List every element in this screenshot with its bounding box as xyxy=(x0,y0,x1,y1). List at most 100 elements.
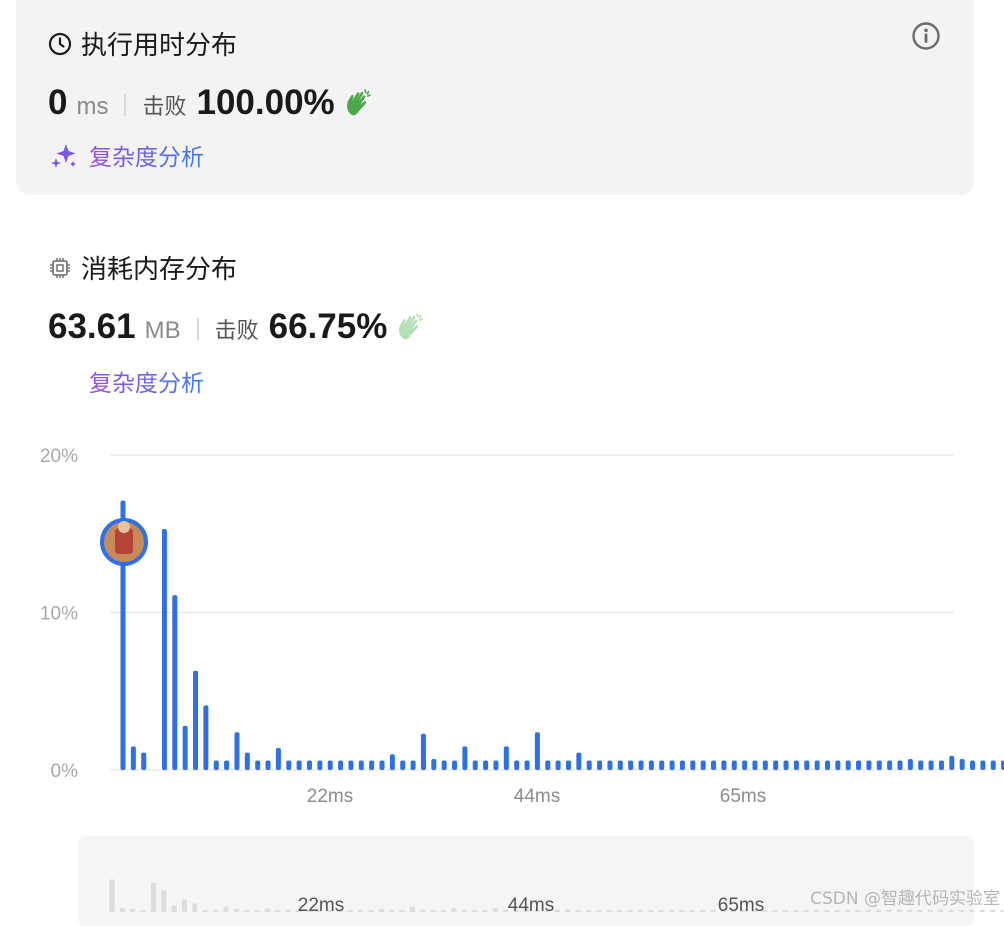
overview-bar xyxy=(586,910,591,912)
chart-bar[interactable] xyxy=(597,761,602,770)
chart-bar[interactable] xyxy=(866,761,871,770)
chart-bar[interactable] xyxy=(763,761,768,770)
overview-bar xyxy=(990,910,995,912)
chart-bar[interactable] xyxy=(452,761,457,770)
chart-bar[interactable] xyxy=(846,761,851,770)
chart-bar[interactable] xyxy=(566,761,571,770)
chart-bar[interactable] xyxy=(649,761,654,770)
chart-bar[interactable] xyxy=(804,761,809,770)
overview-bar xyxy=(938,909,943,912)
chart-bar[interactable] xyxy=(960,759,965,770)
chart-bar[interactable] xyxy=(504,746,509,770)
overview-bar xyxy=(969,910,974,912)
chart-bar[interactable] xyxy=(535,732,540,770)
overview-bar xyxy=(244,910,249,912)
chart-bar[interactable] xyxy=(380,761,385,770)
chart-bar[interactable] xyxy=(286,761,291,770)
chart-bar[interactable] xyxy=(784,761,789,770)
chart-bar[interactable] xyxy=(390,754,395,770)
chart-bar[interactable] xyxy=(794,761,799,770)
chart-bar[interactable] xyxy=(162,529,167,770)
overview-tick-label: 65ms xyxy=(718,895,764,914)
chart-bar[interactable] xyxy=(949,756,954,770)
chart-bar[interactable] xyxy=(338,761,343,770)
chart-bar[interactable] xyxy=(348,761,353,770)
chart-bar[interactable] xyxy=(317,761,322,770)
chart-bar[interactable] xyxy=(877,761,882,770)
overview-bar xyxy=(907,910,912,912)
chart-bar[interactable] xyxy=(328,761,333,770)
chart-bar[interactable] xyxy=(556,761,561,770)
chart-bar[interactable] xyxy=(980,761,985,770)
chart-bar[interactable] xyxy=(276,748,281,770)
chart-bar[interactable] xyxy=(607,761,612,770)
chart-bar[interactable] xyxy=(618,761,623,770)
chart-bar[interactable] xyxy=(887,761,892,770)
chart-bar[interactable] xyxy=(297,761,302,770)
chart-bar[interactable] xyxy=(752,761,757,770)
chart-bar[interactable] xyxy=(172,595,177,770)
chart-bar[interactable] xyxy=(141,753,146,770)
chart-bar[interactable] xyxy=(514,761,519,770)
overview-bar xyxy=(783,910,788,912)
x-tick-label: 44ms xyxy=(514,786,560,807)
chart-bar[interactable] xyxy=(224,761,229,770)
chart-bar[interactable] xyxy=(473,761,478,770)
overview-bar xyxy=(192,903,197,912)
bar-series[interactable] xyxy=(121,501,1004,770)
chart-bar[interactable] xyxy=(255,761,260,770)
chart-bar[interactable] xyxy=(690,761,695,770)
chart-bar[interactable] xyxy=(918,761,923,770)
overview-bar xyxy=(804,910,809,912)
chart-bar[interactable] xyxy=(442,761,447,770)
chart-bar[interactable] xyxy=(628,761,633,770)
chart-bar[interactable] xyxy=(732,761,737,770)
chart-bar[interactable] xyxy=(742,761,747,770)
chart-bar[interactable] xyxy=(234,732,239,770)
chart-bar[interactable] xyxy=(493,761,498,770)
chart-bar[interactable] xyxy=(203,705,208,770)
chart-bar[interactable] xyxy=(576,753,581,770)
overview-bar xyxy=(431,910,436,912)
chart-bar[interactable] xyxy=(587,761,592,770)
chart-bar[interactable] xyxy=(939,761,944,770)
chart-bar[interactable] xyxy=(193,671,198,770)
chart-bar[interactable] xyxy=(711,761,716,770)
chart-bar[interactable] xyxy=(659,761,664,770)
chart-bar[interactable] xyxy=(825,761,830,770)
chart-bar[interactable] xyxy=(721,761,726,770)
chart-bar[interactable] xyxy=(369,761,374,770)
chart-bar[interactable] xyxy=(545,761,550,770)
chart-bar[interactable] xyxy=(359,761,364,770)
chart-bar[interactable] xyxy=(183,726,188,770)
chart-bar[interactable] xyxy=(856,761,861,770)
overview-bar xyxy=(773,910,778,912)
chart-bar[interactable] xyxy=(462,746,467,770)
chart-bar[interactable] xyxy=(908,759,913,770)
chart-bar[interactable] xyxy=(400,761,405,770)
chart-bar[interactable] xyxy=(835,761,840,770)
chart-bar[interactable] xyxy=(773,761,778,770)
chart-bar[interactable] xyxy=(411,761,416,770)
chart-bar[interactable] xyxy=(266,761,271,770)
chart-bar[interactable] xyxy=(815,761,820,770)
chart-bar[interactable] xyxy=(421,734,426,770)
chart-bar[interactable] xyxy=(991,761,996,770)
chart-bar[interactable] xyxy=(898,761,903,770)
chart-bar[interactable] xyxy=(639,761,644,770)
chart-bar[interactable] xyxy=(525,761,530,770)
chart-bar[interactable] xyxy=(929,761,934,770)
chart-bar[interactable] xyxy=(483,761,488,770)
chart-bar[interactable] xyxy=(680,761,685,770)
chart-bar[interactable] xyxy=(245,753,250,770)
chart-bar[interactable] xyxy=(701,761,706,770)
chart-bar[interactable] xyxy=(214,761,219,770)
chart-bar[interactable] xyxy=(307,761,312,770)
overview-bar xyxy=(918,910,923,912)
chart-bar[interactable] xyxy=(970,761,975,770)
chart-bar[interactable] xyxy=(131,746,136,770)
chart-bar[interactable] xyxy=(431,759,436,770)
overview-bar xyxy=(659,910,664,912)
overview-bar xyxy=(493,908,498,912)
chart-bar[interactable] xyxy=(670,761,675,770)
